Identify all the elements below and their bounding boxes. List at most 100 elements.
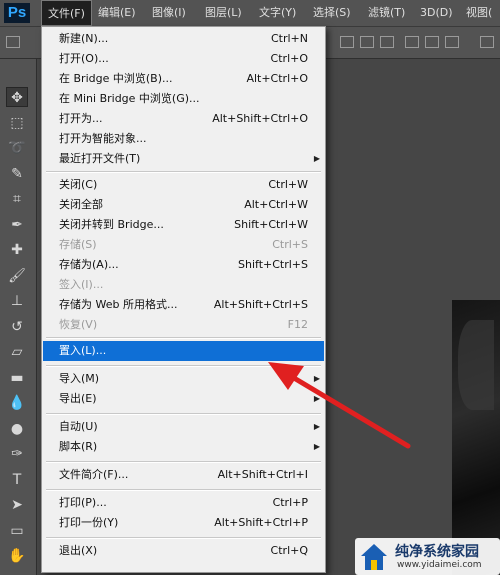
menu-item-shortcut: Ctrl+S [272, 238, 308, 251]
menu-item-shortcut: Ctrl+P [272, 496, 308, 509]
file-menu-item: 存储(S) Ctrl+S [43, 235, 324, 255]
menu-separator [46, 171, 321, 173]
type-icon[interactable]: T [6, 470, 28, 490]
history-brush-icon[interactable]: ↺ [6, 317, 28, 337]
menu-item-label: 打印(P)... [59, 496, 107, 509]
brush-icon[interactable]: 🖌 [6, 266, 28, 286]
file-menu-item[interactable]: 在 Mini Bridge 中浏览(G)... [43, 89, 324, 109]
menu-item-label: 打开为... [59, 112, 103, 125]
menu-item-label: 存储为(A)... [59, 258, 119, 271]
menu-item-label: 脚本(R) [59, 440, 98, 453]
file-menu-item[interactable]: 打开(O)... Ctrl+O [43, 49, 324, 69]
gradient-icon[interactable]: ▬ [6, 368, 28, 388]
menu-3d[interactable]: 3D(D) [414, 0, 459, 26]
watermark-url: www.yidaimei.com [397, 560, 482, 570]
file-menu-dropdown: 新建(N)... Ctrl+N 打开(O)... Ctrl+O 在 Bridge 中浏览… [41, 26, 326, 573]
tools-panel: ✥ ⬚ ➰ ✎ ⌗ ✒ ✚ 🖌 ⊥ ↺ ▱ ▬ 💧 ● ✑ T ➤ ▭ ✋ [0, 59, 37, 575]
dodge-icon[interactable]: ● [6, 419, 28, 439]
menu-item-label: 最近打开文件(T) [59, 152, 141, 165]
menu-item-label: 退出(X) [59, 544, 98, 557]
file-menu-item: 签入(I)... [43, 275, 324, 295]
menu-item-label: 打开为智能对象... [59, 132, 147, 145]
menu-item-label: 置入(L)... [59, 344, 107, 357]
menu-item-shortcut: Alt+Ctrl+O [246, 72, 308, 85]
house-logo-icon [361, 544, 387, 570]
menu-item-label: 新建(N)... [59, 32, 109, 45]
menu-item-label: 自动(U) [59, 420, 98, 433]
menu-item-label: 在 Mini Bridge 中浏览(G)... [59, 92, 200, 105]
file-menu-item[interactable]: 打开为... Alt+Shift+Ctrl+O [43, 109, 324, 129]
align-right-icon[interactable] [380, 36, 394, 48]
menu-image[interactable]: 图像(I) [146, 0, 192, 26]
file-menu-item: 恢复(V) F12 [43, 315, 324, 335]
move-icon[interactable]: ✥ [6, 87, 28, 107]
menu-item-shortcut: Alt+Shift+Ctrl+O [212, 112, 308, 125]
menu-item-shortcut: Ctrl+O [270, 52, 308, 65]
align-center-icon[interactable] [360, 36, 374, 48]
distribute-horizontal-icon[interactable] [480, 36, 494, 48]
menu-item-shortcut: Ctrl+Q [270, 544, 308, 557]
menu-item-label: 打开(O)... [59, 52, 109, 65]
path-select-icon[interactable]: ➤ [6, 495, 28, 515]
menu-item-label: 关闭(C) [59, 178, 98, 191]
file-menu-item[interactable]: 关闭(C) Ctrl+W [43, 175, 324, 195]
file-menu-item[interactable]: 文件简介(F)... Alt+Shift+Ctrl+I [43, 465, 324, 485]
distribute-top-icon[interactable] [405, 36, 419, 48]
quick-select-icon[interactable]: ✎ [6, 164, 28, 184]
file-menu-item[interactable]: 打印一份(Y) Alt+Shift+Ctrl+P [43, 513, 324, 533]
menu-item-label: 恢复(V) [59, 318, 98, 331]
healing-brush-icon[interactable]: ✚ [6, 240, 28, 260]
menu-item-shortcut: F12 [287, 318, 308, 331]
file-menu-item[interactable]: 退出(X) Ctrl+Q [43, 541, 324, 561]
menu-item-shortcut: Alt+Shift+Ctrl+S [213, 298, 308, 311]
file-menu-item[interactable]: 最近打开文件(T) ▶ [43, 149, 324, 169]
menu-item-shortcut: Alt+Ctrl+W [244, 198, 308, 211]
file-menu-item[interactable]: 新建(N)... Ctrl+N [43, 29, 324, 49]
file-menu-item[interactable]: 关闭全部 Alt+Ctrl+W [43, 195, 324, 215]
image-detail [458, 320, 494, 410]
distribute-bottom-icon[interactable] [445, 36, 459, 48]
menu-separator [46, 537, 321, 539]
crop-icon[interactable]: ⌗ [6, 189, 28, 209]
lasso-icon[interactable]: ➰ [6, 138, 28, 158]
menu-view[interactable]: 视图( [460, 0, 498, 26]
align-left-icon[interactable] [340, 36, 354, 48]
menu-separator [46, 337, 321, 339]
red-arrow-annotation [268, 362, 411, 449]
blur-icon[interactable]: 💧 [6, 393, 28, 413]
menu-item-label: 签入(I)... [59, 278, 104, 291]
tool-preset-icon[interactable] [6, 36, 20, 48]
file-menu-item[interactable]: 在 Bridge 中浏览(B)... Alt+Ctrl+O [43, 69, 324, 89]
pen-icon[interactable]: ✑ [6, 444, 28, 464]
menu-item-shortcut: Alt+Shift+Ctrl+I [217, 468, 308, 481]
menu-item-shortcut: Shift+Ctrl+W [234, 218, 308, 231]
menu-select[interactable]: 选择(S) [307, 0, 357, 26]
menu-separator [46, 461, 321, 463]
menu-file[interactable]: 文件(F) [41, 0, 92, 26]
photoshop-logo: Ps [4, 3, 30, 23]
menu-type[interactable]: 文字(Y) [253, 0, 302, 26]
menu-layer[interactable]: 图层(L) [199, 0, 248, 26]
file-menu-item[interactable]: 存储为(A)... Shift+Ctrl+S [43, 255, 324, 275]
menu-bar: Ps 文件(F) 编辑(E) 图像(I) 图层(L) 文字(Y) 选择(S) 滤… [0, 0, 500, 27]
menu-filter[interactable]: 滤镜(T) [362, 0, 411, 26]
marquee-icon[interactable]: ⬚ [6, 113, 28, 133]
clone-stamp-icon[interactable]: ⊥ [6, 291, 28, 311]
menu-edit[interactable]: 编辑(E) [92, 0, 142, 26]
hand-icon[interactable]: ✋ [6, 546, 28, 566]
menu-item-label: 存储为 Web 所用格式... [59, 298, 178, 311]
menu-item-label: 打印一份(Y) [59, 516, 119, 529]
menu-item-label: 关闭并转到 Bridge... [59, 218, 164, 231]
eraser-icon[interactable]: ▱ [6, 342, 28, 362]
eyedropper-icon[interactable]: ✒ [6, 215, 28, 235]
menu-item-shortcut: Ctrl+W [268, 178, 308, 191]
shape-icon[interactable]: ▭ [6, 521, 28, 541]
file-menu-item[interactable]: 存储为 Web 所用格式... Alt+Shift+Ctrl+S [43, 295, 324, 315]
file-menu-item[interactable]: 打开为智能对象... [43, 129, 324, 149]
menu-item-label: 关闭全部 [59, 198, 103, 211]
menu-item-label: 导入(M) [59, 372, 100, 385]
menu-item-shortcut: Alt+Shift+Ctrl+P [214, 516, 308, 529]
distribute-middle-icon[interactable] [425, 36, 439, 48]
file-menu-item[interactable]: 关闭并转到 Bridge... Shift+Ctrl+W [43, 215, 324, 235]
file-menu-item[interactable]: 打印(P)... Ctrl+P [43, 493, 324, 513]
